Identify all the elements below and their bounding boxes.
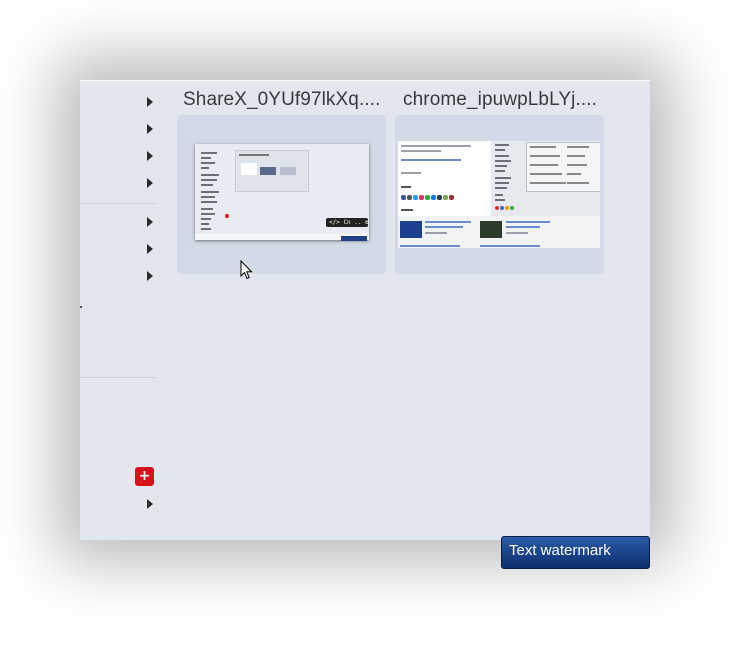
add-icon[interactable]: + <box>135 467 154 486</box>
submenu-arrow-icon[interactable] <box>147 499 153 509</box>
submenu-arrow-icon[interactable] <box>147 244 153 254</box>
text-watermark: Text watermark <box>501 536 650 569</box>
thumbnail-related-list <box>398 216 600 248</box>
thumbnail-toolbar: </> Cn .. ⚙ <box>326 218 369 227</box>
thumbnail-window: + ShareX_0YUf97lkXq.... </> Cn .. ⚙ chro… <box>80 80 650 540</box>
thumbnail-card-chrome[interactable] <box>395 115 604 274</box>
menu-marker <box>80 306 82 308</box>
submenu-arrow-icon[interactable] <box>147 97 153 107</box>
mouse-cursor-icon <box>240 260 253 280</box>
submenu-arrow-icon[interactable] <box>147 124 153 134</box>
thumbnail-button <box>341 236 367 241</box>
thumbnail-card-sharex[interactable]: </> Cn .. ⚙ <box>177 115 386 274</box>
thumbnail-context-menu <box>526 142 600 192</box>
card-title: ShareX_0YUf97lkXq.... <box>183 89 381 110</box>
thumbnail-image: </> Cn .. ⚙ <box>195 144 369 241</box>
thumbnail-sidebar <box>197 150 231 238</box>
submenu-arrow-icon[interactable] <box>147 217 153 227</box>
menu-separator <box>80 377 155 378</box>
submenu-arrow-icon[interactable] <box>147 151 153 161</box>
thumbnail-image <box>398 141 600 248</box>
submenu-arrow-icon[interactable] <box>147 178 153 188</box>
thumbnail-inner-window <box>235 150 309 192</box>
submenu-arrow-icon[interactable] <box>147 271 153 281</box>
card-title: chrome_ipuwpLbLYj.... <box>403 89 597 110</box>
menu-separator <box>80 203 155 204</box>
